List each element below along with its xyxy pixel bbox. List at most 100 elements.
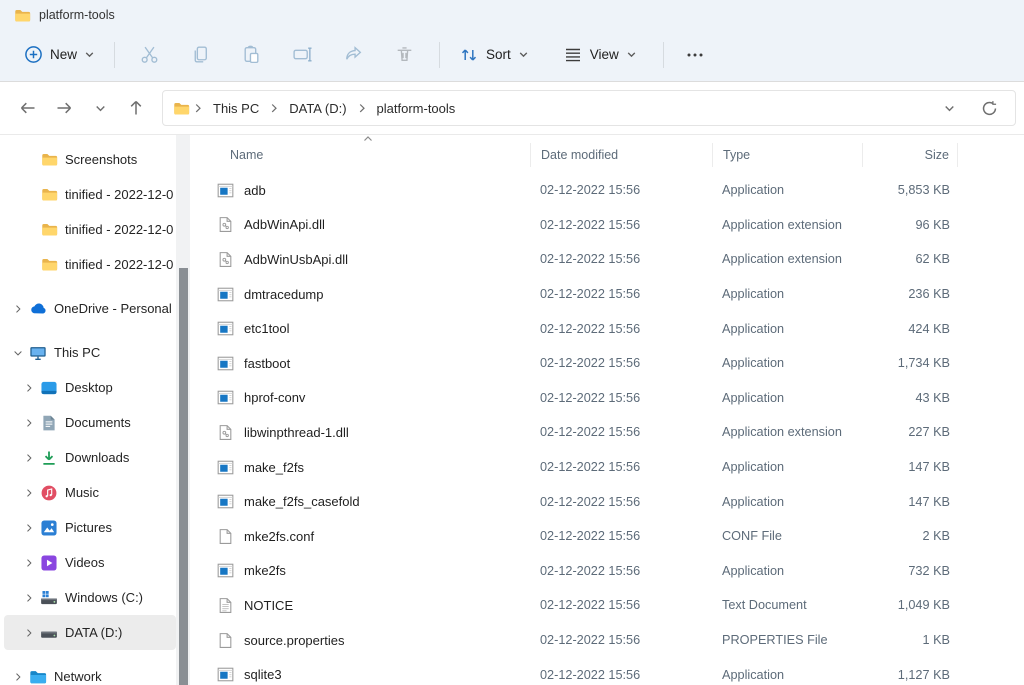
file-name-cell[interactable]: dmtracedump (190, 286, 530, 303)
see-more-button[interactable] (673, 37, 717, 73)
sidebar-item-tinified-2022-12-0[interactable]: tinified - 2022-12-0 (4, 212, 176, 247)
file-name-cell[interactable]: etc1tool (190, 320, 530, 337)
chevron-icon[interactable] (21, 520, 37, 536)
column-header-date-modified[interactable]: Date modified (530, 143, 712, 167)
breadcrumb-segment-this-pc[interactable]: This PC (206, 101, 266, 116)
file-name-cell[interactable]: make_f2fs_casefold (190, 493, 530, 510)
sidebar-item-music[interactable]: Music (4, 475, 176, 510)
file-name-cell[interactable]: AdbWinApi.dll (190, 216, 530, 233)
up-button[interactable] (118, 91, 154, 125)
file-name-cell[interactable]: source.properties (190, 632, 530, 649)
chevron-icon[interactable] (21, 380, 37, 396)
paste-button[interactable] (226, 36, 277, 73)
chevron-icon[interactable] (21, 222, 37, 238)
sidebar-item-downloads[interactable]: Downloads (4, 440, 176, 475)
tab-platform-tools[interactable]: platform-tools (12, 2, 125, 28)
share-button[interactable] (328, 36, 379, 73)
file-type-cell: Text Document (712, 598, 862, 612)
file-list: Name Date modified Type Size adb 02-12-2… (190, 135, 1024, 685)
chevron-icon[interactable] (10, 669, 26, 685)
file-name: AdbWinUsbApi.dll (244, 252, 348, 267)
copy-button[interactable] (175, 36, 226, 73)
sidebar-item-tinified-2022-12-0[interactable]: tinified - 2022-12-0 (4, 247, 176, 282)
chevron-icon[interactable] (21, 415, 37, 431)
toolbar-divider (114, 42, 115, 68)
sidebar-item-documents[interactable]: Documents (4, 405, 176, 440)
view-button[interactable]: View (553, 37, 647, 73)
column-header-size[interactable]: Size (862, 143, 958, 167)
table-row[interactable]: libwinpthread-1.dll 02-12-2022 15:56 App… (190, 415, 1024, 450)
column-header-name[interactable]: Name (190, 143, 530, 167)
sidebar-item-tinified-2022-12-0[interactable]: tinified - 2022-12-0 (4, 177, 176, 212)
table-row[interactable]: hprof-conv 02-12-2022 15:56 Application … (190, 381, 1024, 416)
file-size-cell: 62 KB (862, 252, 958, 266)
table-row[interactable]: adb 02-12-2022 15:56 Application 5,853 K… (190, 173, 1024, 208)
sidebar-item-pictures[interactable]: Pictures (4, 510, 176, 545)
sidebar-item-network[interactable]: Network (4, 659, 176, 685)
chevron-icon[interactable] (10, 301, 26, 317)
sort-button[interactable]: Sort (449, 37, 539, 73)
file-size-cell: 5,853 KB (862, 183, 958, 197)
new-button[interactable]: New (14, 37, 105, 72)
sidebar-scrollbar[interactable] (176, 135, 190, 685)
file-name-cell[interactable]: mke2fs.conf (190, 528, 530, 545)
breadcrumb[interactable]: This PC DATA (D:) platform-tools (162, 90, 1016, 126)
file-name-cell[interactable]: libwinpthread-1.dll (190, 424, 530, 441)
file-name-cell[interactable]: make_f2fs (190, 459, 530, 476)
chevron-icon[interactable] (10, 345, 26, 361)
table-row[interactable]: dmtracedump 02-12-2022 15:56 Application… (190, 277, 1024, 312)
rename-button[interactable] (277, 36, 328, 73)
table-row[interactable]: mke2fs 02-12-2022 15:56 Application 732 … (190, 554, 1024, 589)
table-row[interactable]: AdbWinApi.dll 02-12-2022 15:56 Applicati… (190, 208, 1024, 243)
table-row[interactable]: source.properties 02-12-2022 15:56 PROPE… (190, 623, 1024, 658)
sidebar-item-label: Network (54, 669, 102, 684)
back-button[interactable] (10, 91, 46, 125)
table-row[interactable]: make_f2fs 02-12-2022 15:56 Application 1… (190, 450, 1024, 485)
file-name-cell[interactable]: hprof-conv (190, 389, 530, 406)
sidebar-item-desktop[interactable]: Desktop (4, 370, 176, 405)
chevron-icon[interactable] (21, 590, 37, 606)
chevron-icon[interactable] (21, 187, 37, 203)
forward-button[interactable] (46, 91, 82, 125)
chevron-icon[interactable] (21, 257, 37, 273)
sidebar-item-screenshots[interactable]: Screenshots (4, 142, 176, 177)
delete-button[interactable] (379, 36, 430, 73)
chevron-icon[interactable] (21, 625, 37, 641)
address-dropdown-button[interactable] (937, 96, 961, 120)
file-name-cell[interactable]: NOTICE (190, 597, 530, 614)
breadcrumb-segment-data-d[interactable]: DATA (D:) (282, 101, 353, 116)
file-name-cell[interactable]: AdbWinUsbApi.dll (190, 251, 530, 268)
sidebar-item-windows-c[interactable]: Windows (C:) (4, 580, 176, 615)
breadcrumb-segment-platform-tools[interactable]: platform-tools (370, 101, 463, 116)
table-row[interactable]: fastboot 02-12-2022 15:56 Application 1,… (190, 346, 1024, 381)
chevron-icon[interactable] (21, 152, 37, 168)
table-row[interactable]: mke2fs.conf 02-12-2022 15:56 CONF File 2… (190, 519, 1024, 554)
file-name-cell[interactable]: mke2fs (190, 562, 530, 579)
file-name-cell[interactable]: adb (190, 182, 530, 199)
table-row[interactable]: AdbWinUsbApi.dll 02-12-2022 15:56 Applic… (190, 242, 1024, 277)
file-name-cell[interactable]: sqlite3 (190, 666, 530, 683)
chevron-icon[interactable] (21, 450, 37, 466)
scrollbar-thumb[interactable] (179, 268, 188, 685)
app-file-icon (217, 459, 234, 476)
column-header-type[interactable]: Type (712, 143, 862, 167)
sidebar-item-this-pc[interactable]: This PC (4, 335, 176, 370)
music-icon (40, 484, 58, 502)
refresh-button[interactable] (975, 94, 1003, 122)
file-name-cell[interactable]: fastboot (190, 355, 530, 372)
table-row[interactable]: NOTICE 02-12-2022 15:56 Text Document 1,… (190, 588, 1024, 623)
recent-locations-button[interactable] (82, 91, 118, 125)
chevron-icon[interactable] (21, 485, 37, 501)
chevron-down-icon (518, 49, 529, 60)
file-type-cell: Application extension (712, 252, 862, 266)
chevron-icon[interactable] (21, 555, 37, 571)
table-row[interactable]: etc1tool 02-12-2022 15:56 Application 42… (190, 311, 1024, 346)
sidebar-item-onedrive-personal[interactable]: OneDrive - Personal (4, 291, 176, 326)
table-row[interactable]: sqlite3 02-12-2022 15:56 Application 1,1… (190, 657, 1024, 685)
file-type-cell: Application (712, 460, 862, 474)
sidebar-item-data-d[interactable]: DATA (D:) (4, 615, 176, 650)
cut-button[interactable] (124, 36, 175, 73)
table-row[interactable]: make_f2fs_casefold 02-12-2022 15:56 Appl… (190, 484, 1024, 519)
file-name: hprof-conv (244, 390, 305, 405)
sidebar-item-videos[interactable]: Videos (4, 545, 176, 580)
